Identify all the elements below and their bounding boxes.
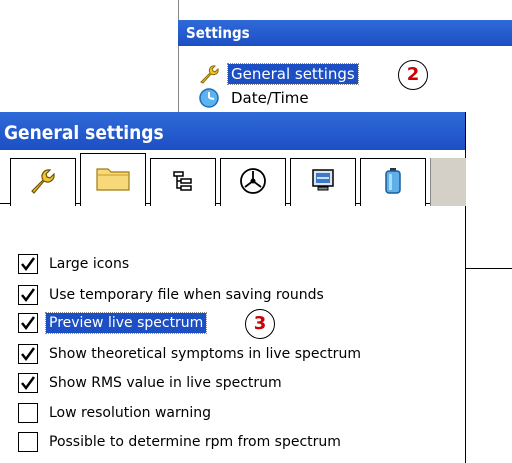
checkbox-unchecked[interactable]: [18, 403, 38, 423]
checkbox-checked[interactable]: [18, 254, 38, 274]
option-label: Show RMS value in live spectrum: [49, 375, 282, 391]
tree-icon: [171, 169, 195, 197]
general-settings-title: General settings: [0, 112, 465, 150]
settings-item-label: General settings: [227, 63, 359, 85]
folder-icon: [95, 163, 131, 197]
checkbox-checked[interactable]: [18, 344, 38, 364]
battery-icon: [383, 166, 403, 200]
tab-wrench[interactable]: [10, 158, 76, 206]
wrench-icon: [28, 166, 58, 200]
callout-step-2: 2: [398, 60, 428, 90]
tab-folder[interactable]: [80, 153, 146, 208]
option-label: Large icons: [49, 256, 130, 272]
settings-window: Settings General settings Date/Time: [178, 0, 512, 120]
general-settings-window: General settings Large icons Use tempora…: [0, 112, 466, 463]
option-label: Show theoretical symptoms in live spectr…: [49, 346, 361, 362]
tab-gauge[interactable]: [220, 158, 286, 206]
settings-title: Settings: [178, 20, 512, 46]
monitor-icon: [308, 166, 338, 200]
tab-battery[interactable]: [360, 158, 426, 206]
tab-monitor[interactable]: [290, 158, 356, 206]
divider-line: [465, 268, 512, 269]
clock-icon: [198, 87, 222, 109]
settings-item-label: Date/Time: [231, 89, 309, 107]
checkbox-checked[interactable]: [18, 373, 38, 393]
tab-strip: [0, 150, 466, 214]
settings-window-border: [178, 0, 179, 120]
callout-step-3: 3: [245, 309, 275, 339]
option-label: Use temporary file when saving rounds: [49, 287, 324, 303]
tab-strip-filler: [430, 158, 466, 206]
option-label: Low resolution warning: [49, 405, 212, 421]
settings-window-top: [178, 0, 512, 20]
option-label: Possible to determine rpm from spectrum: [49, 434, 341, 450]
checkbox-unchecked[interactable]: [18, 432, 38, 452]
wrench-icon: [198, 63, 222, 85]
checkbox-checked[interactable]: [18, 313, 38, 333]
checkbox-checked[interactable]: [18, 285, 38, 305]
gauge-icon: [238, 166, 268, 200]
option-label: Preview live spectrum: [44, 312, 208, 334]
tab-tree[interactable]: [150, 158, 216, 206]
